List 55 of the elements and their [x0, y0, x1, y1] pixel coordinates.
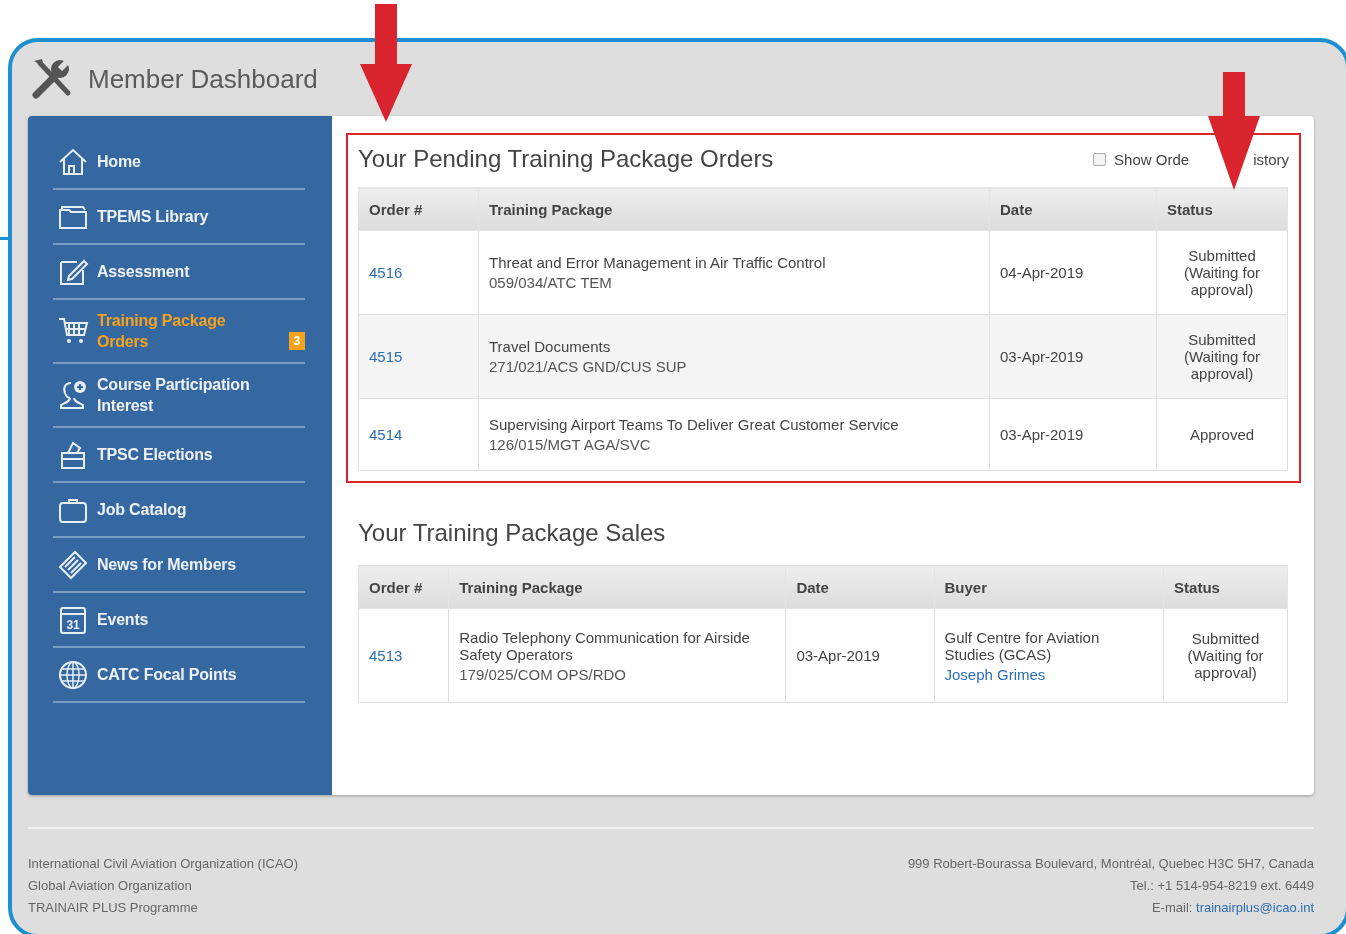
table-cell: Submitted (Waiting for approval)	[1163, 608, 1288, 703]
column-header: Training Package	[478, 187, 990, 231]
sidebar-item[interactable]: Training Package Orders 3	[53, 300, 305, 364]
footer-text: Tel.: +1 514-954-8219 ext. 6449	[1129, 877, 1314, 895]
globe-icon	[57, 658, 89, 691]
table-cell: Submitted (Waiting for approval)	[1156, 230, 1288, 315]
sidebar-item[interactable]: Course Participation Interest	[53, 364, 305, 428]
footer-text: E-mail:	[1151, 900, 1193, 915]
section-title: Your Pending Training Package Orders	[358, 145, 774, 173]
sidebar-item[interactable]: Assessment	[53, 245, 305, 300]
newspaper-icon	[57, 548, 89, 581]
table-cell: 03-Apr-2019	[989, 398, 1157, 471]
footer-text: TRAINAIR PLUS Programme	[28, 899, 199, 917]
column-header: Order #	[358, 565, 449, 609]
column-header: Date	[785, 565, 934, 609]
footer-text: International Civil Aviation Organization (ICAO)	[28, 855, 298, 873]
order-link[interactable]: 4514	[369, 426, 403, 443]
tools-icon	[30, 57, 74, 101]
table-cell: Travel Documents 271/021/ACS GND/CUS SUP	[478, 314, 990, 399]
table-cell: Gulf Centre for Aviation Studies (GCAS) Joseph Grimes	[934, 608, 1164, 703]
sidebar-item[interactable]: 31 Events	[53, 593, 305, 648]
sidebar-item[interactable]: News for Members	[53, 538, 305, 593]
footer-text: 999 Robert-Bourassa Boulevard, Montréal, Quebec H3C 5H7, Canada	[907, 855, 1314, 873]
person-plus-icon	[57, 379, 89, 411]
order-link[interactable]: 4513	[369, 647, 403, 664]
table-cell: 03-Apr-2019	[785, 608, 934, 703]
column-header: Status	[1163, 565, 1288, 609]
column-header: Date	[989, 187, 1157, 231]
sidebar-item[interactable]: CATC Focal Points	[53, 648, 305, 703]
column-header: Order #	[358, 187, 479, 231]
table-cell: Radio Telephony Communication for Airside Safety Operators 179/025/COM OPS/RDO	[448, 608, 786, 703]
table-cell: Submitted (Waiting for approval)	[1156, 314, 1288, 399]
column-header: Buyer	[934, 565, 1164, 609]
table-cell: 03-Apr-2019	[989, 314, 1157, 399]
count-badge: 3	[288, 332, 305, 350]
sidebar-item[interactable]: TPEMS Library	[53, 190, 305, 245]
page-title: Member Dashboard	[88, 63, 318, 95]
table-cell: Approved	[1156, 398, 1288, 471]
table-cell: Threat and Error Management in Air Traffic Control 059/034/ATC TEM	[478, 230, 990, 315]
footer-text: Global Aviation Organization	[28, 877, 193, 895]
checkbox-label: istory	[1253, 150, 1289, 168]
show-history-checkbox[interactable]	[1093, 152, 1107, 166]
sidebar-item[interactable]: Job Catalog	[53, 483, 305, 538]
order-link[interactable]: 4515	[369, 348, 403, 365]
section-title: Your Training Package Sales	[358, 519, 667, 547]
table-cell: 04-Apr-2019	[989, 230, 1157, 315]
email-link[interactable]: trainairplus@icao.int	[1196, 900, 1314, 915]
checkbox-label: Show Orde	[1114, 150, 1190, 168]
order-link[interactable]: 4516	[369, 264, 403, 281]
sidebar-item[interactable]: Home	[53, 135, 305, 190]
sidebar-item[interactable]: TPSC Elections	[53, 428, 305, 483]
buyer-contact-link[interactable]: Joseph Grimes	[944, 665, 1154, 683]
column-header: Status	[1156, 187, 1288, 231]
table-cell: Supervising Airport Teams To Deliver Great Customer Service 126/015/MGT AGA/SVC	[478, 398, 990, 471]
column-header: Training Package	[448, 565, 786, 609]
